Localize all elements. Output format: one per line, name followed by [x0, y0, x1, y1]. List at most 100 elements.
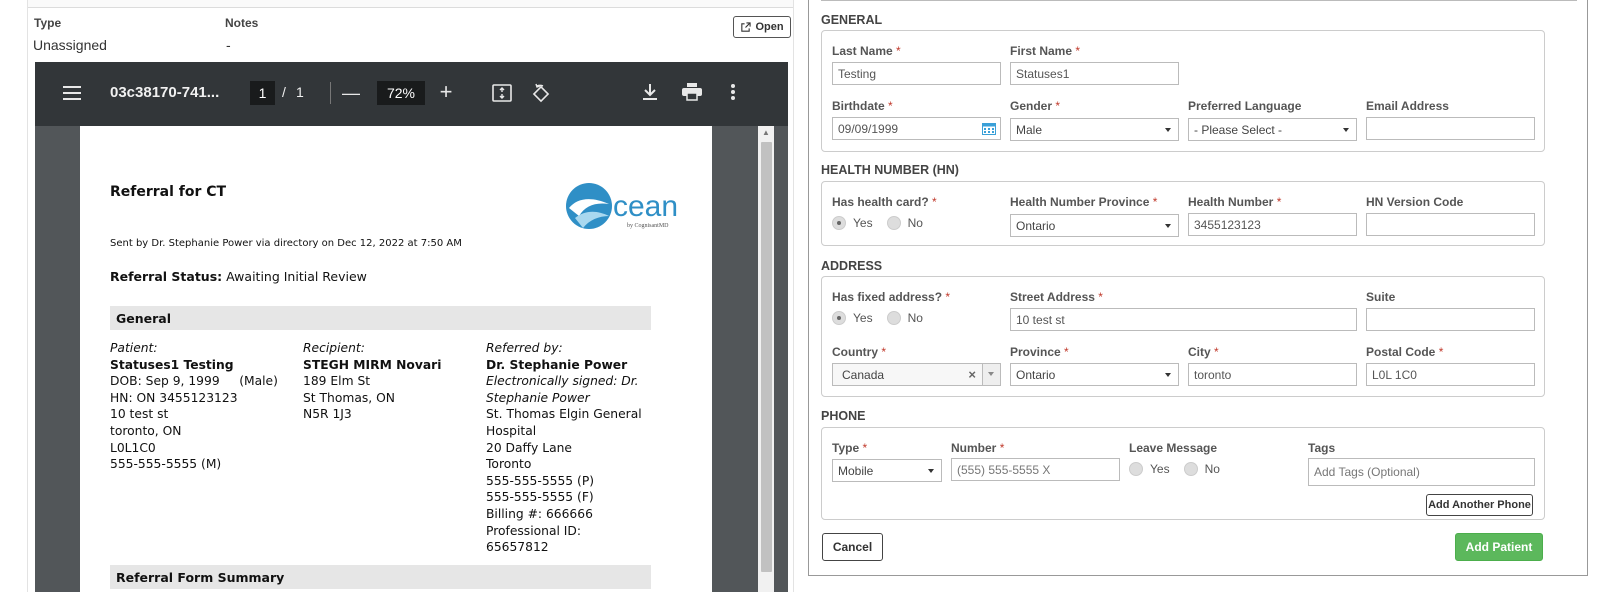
fixed-address-yes-label: Yes	[853, 311, 873, 325]
hn-province-select[interactable]: Ontario	[1010, 214, 1179, 237]
form-summary-text: Referral Form Summary	[116, 570, 285, 585]
suite-input[interactable]	[1366, 308, 1535, 331]
referrer-prof-id: Professional ID: 65657812	[486, 523, 582, 555]
download-icon[interactable]	[640, 81, 660, 103]
referral-title: Referral for CT	[110, 184, 227, 200]
pdf-toolbar: 03c38170-741... 1 / 1 — 72% +	[35, 62, 788, 126]
leave-message-yes-radio[interactable]	[1129, 462, 1143, 476]
pdf-scrollbar-thumb[interactable]	[761, 142, 772, 572]
type-label: Type	[34, 16, 62, 30]
patient-label: Patient:	[110, 341, 158, 355]
notes-value: -	[226, 37, 231, 53]
cancel-button[interactable]: Cancel	[822, 533, 883, 561]
postal-code-label: Postal Code *	[1366, 345, 1444, 359]
referrer-org-1: St. Thomas Elgin General	[486, 407, 642, 422]
leave-message-no-label: No	[1204, 462, 1220, 476]
last-name-label: Last Name *	[832, 44, 901, 58]
phone-number-input[interactable]: (555) 555-5555 X	[951, 458, 1120, 481]
province-select[interactable]: Ontario	[1010, 363, 1179, 386]
rotate-icon[interactable]	[530, 81, 552, 105]
patient-street: 10 test st	[110, 407, 169, 422]
tags-input[interactable]: Add Tags (Optional)	[1308, 458, 1535, 486]
street-address-input[interactable]: 10 test st	[1010, 308, 1357, 331]
general-header-text: General	[116, 311, 171, 326]
first-name-label: First Name *	[1010, 44, 1081, 58]
calendar-icon[interactable]	[982, 122, 996, 135]
chevron-down-icon	[1165, 128, 1171, 132]
top-strip	[28, 0, 793, 8]
referrer-org-2: Hospital	[486, 423, 537, 438]
add-patient-button[interactable]: Add Patient	[1455, 533, 1543, 561]
first-name-input[interactable]: Statuses1	[1010, 62, 1179, 85]
has-health-card-radios: Yes No	[832, 216, 937, 230]
fixed-address-no-radio[interactable]	[886, 311, 901, 325]
zoom-in-icon[interactable]: +	[435, 79, 457, 104]
birthdate-input[interactable]: 09/09/1999	[832, 117, 1001, 140]
fit-page-icon[interactable]	[491, 82, 513, 104]
patient-dob: DOB: Sep 9, 1999 (Male)	[110, 374, 278, 389]
fixed-address-no-label: No	[907, 311, 923, 325]
health-number-input[interactable]: 3455123123	[1188, 213, 1357, 236]
hn-version-input[interactable]	[1366, 213, 1535, 236]
chevron-down-icon	[988, 372, 994, 376]
phone-section-title: PHONE	[821, 409, 866, 423]
zoom-level-input[interactable]: 72%	[377, 81, 425, 105]
leave-message-label: Leave Message	[1129, 441, 1218, 455]
document-title: 03c38170-741...	[110, 84, 220, 101]
gender-select[interactable]: Male	[1010, 118, 1179, 141]
hamburger-menu-icon[interactable]	[61, 82, 83, 104]
gender-label: Gender *	[1010, 99, 1061, 113]
page-total: 1	[296, 84, 304, 100]
health-card-no-label: No	[907, 216, 923, 230]
fixed-address-yes-radio[interactable]	[832, 311, 846, 325]
print-icon[interactable]	[681, 81, 703, 103]
add-another-phone-button[interactable]: Add Another Phone	[1426, 494, 1533, 516]
zoom-out-icon[interactable]: —	[341, 82, 361, 104]
country-label: Country *	[832, 345, 887, 359]
country-select[interactable]: Canada ×	[832, 363, 1001, 386]
health-card-yes-radio[interactable]	[832, 216, 846, 230]
scroll-up-arrow-icon[interactable]: ▲	[760, 128, 772, 138]
health-card-yes-label: Yes	[853, 216, 873, 230]
referral-status-value: Awaiting Initial Review	[226, 269, 367, 284]
chevron-down-icon	[928, 469, 934, 473]
leave-message-radios: Yes No	[1129, 462, 1234, 476]
phone-type-select[interactable]: Mobile	[832, 459, 942, 482]
chevron-down-icon	[1165, 373, 1171, 377]
recipient-column: Recipient: STEGH MIRM Novari 189 Elm St …	[303, 340, 478, 423]
referrer-fax: 555-555-5555 (F)	[486, 490, 594, 505]
patient-hn: HN: ON 3455123123	[110, 390, 238, 405]
phone-type-value: Mobile	[838, 464, 874, 478]
postal-code-input[interactable]: L0L 1C0	[1366, 363, 1535, 386]
patient-postal: L0L1C0	[110, 440, 156, 455]
referrer-label: Referred by:	[486, 341, 563, 355]
last-name-input[interactable]: Testing	[832, 62, 1001, 85]
patient-phone: 555-555-5555 (M)	[110, 457, 222, 472]
page-number-input[interactable]: 1	[250, 81, 275, 105]
referrer-street: 20 Daffy Lane	[486, 440, 572, 455]
suite-label: Suite	[1366, 290, 1396, 304]
city-input[interactable]: toronto	[1188, 363, 1357, 386]
country-value: Canada	[842, 368, 885, 382]
leave-message-no-radio[interactable]	[1183, 462, 1198, 476]
open-button[interactable]: Open	[733, 16, 791, 38]
svg-text:cean: cean	[613, 190, 678, 223]
chevron-down-icon	[1165, 224, 1171, 228]
email-input[interactable]	[1366, 117, 1535, 140]
address-section-title: ADDRESS	[821, 259, 883, 273]
referrer-signed-1: Electronically signed: Dr.	[486, 374, 639, 389]
clear-x-icon[interactable]: ×	[968, 367, 976, 382]
patient-column: Patient: Statuses1 Testing DOB: Sep 9, 1…	[110, 340, 300, 473]
health-card-no-radio[interactable]	[886, 216, 901, 230]
patient-name: Statuses1 Testing	[110, 357, 234, 372]
referrer-column: Referred by: Dr. Stephanie Power Electro…	[486, 340, 646, 556]
recipient-street: 189 Elm St	[303, 374, 371, 389]
preferred-language-select[interactable]: - Please Select -	[1188, 118, 1357, 141]
more-options-icon[interactable]	[725, 81, 741, 103]
pdf-viewer[interactable]: 03c38170-741... 1 / 1 — 72% + Referral f…	[35, 62, 788, 592]
province-value: Ontario	[1016, 368, 1056, 382]
referrer-billing: Billing #: 666666	[486, 506, 593, 521]
referrer-phone: 555-555-5555 (P)	[486, 473, 595, 488]
country-dropdown-toggle[interactable]	[982, 364, 1000, 385]
page-separator: /	[282, 84, 286, 100]
